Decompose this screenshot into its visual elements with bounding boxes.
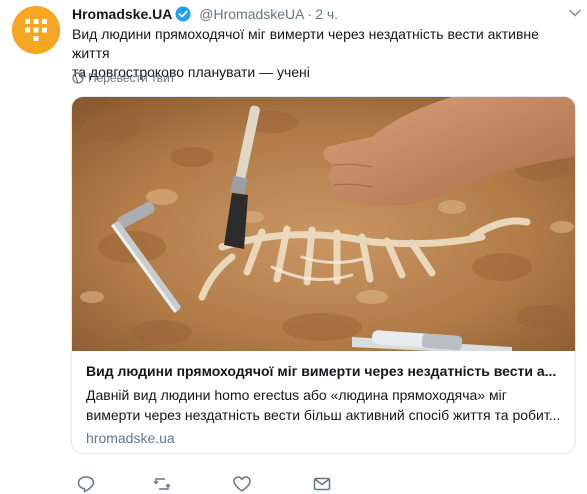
separator-dot: · [307, 6, 313, 22]
like-icon[interactable] [232, 474, 252, 494]
author-name[interactable]: Hromadske.UA [72, 6, 172, 22]
direct-message-icon[interactable] [312, 474, 332, 494]
translate-label: Перевести твит [88, 71, 176, 85]
link-card[interactable]: Вид людини прямоходячої міг вимерти чере… [71, 96, 576, 454]
globe-icon [72, 72, 84, 88]
card-title: Вид людини прямоходячої міг вимерти чере… [86, 363, 557, 379]
card-description: Давній вид людини homo erectus або «люди… [86, 385, 570, 425]
reply-icon[interactable] [76, 474, 96, 494]
tweet-actions [72, 474, 372, 494]
avatar[interactable] [12, 6, 60, 54]
tweet-text-line: Вид людини прямоходячої міг вимерти чере… [72, 26, 539, 61]
card-image [72, 97, 575, 351]
author-handle[interactable]: @HromadskeUA [199, 6, 304, 22]
retweet-icon[interactable] [152, 474, 172, 494]
card-domain: hromadske.ua [86, 430, 175, 446]
card-description-line: Давній вид людини homo erectus або «люди… [86, 387, 507, 403]
tweet-timestamp[interactable]: 2 ч. [315, 6, 338, 22]
card-description-line: вимерти через нездатність вести більш ак… [86, 407, 561, 423]
verified-badge-icon [175, 6, 191, 27]
translate-tweet-link[interactable]: Перевести твит [72, 70, 175, 88]
caret-down-icon[interactable] [569, 9, 581, 17]
tweet-header: Hromadske.UA @HromadskeUA · 2 ч. [72, 4, 579, 24]
hromadske-logo-icon [12, 6, 60, 54]
